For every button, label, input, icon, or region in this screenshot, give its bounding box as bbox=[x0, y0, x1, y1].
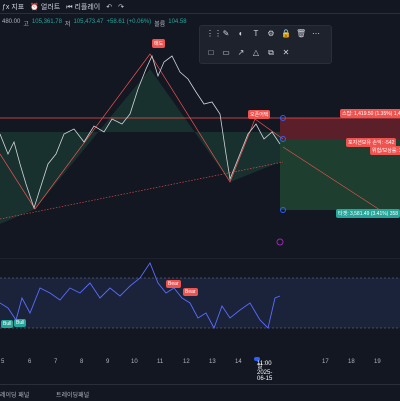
top-toolbar: ƒx 지표 ⏰ 얼러트 ⏮ 리플레이 ↶ ↷ bbox=[0, 0, 400, 14]
target-label: 타겟: 3,581.49 (3.41%) 358 bbox=[336, 209, 400, 218]
x-tick: 12 bbox=[183, 359, 190, 365]
tab-trading-panel-2[interactable]: 트레이딩패널 bbox=[56, 390, 89, 399]
settings-icon[interactable]: ⚙ bbox=[266, 29, 276, 39]
open-attack-badge: 오픈어택 bbox=[248, 110, 271, 119]
risk-reward-label: 위험/보상률: 2.52 bbox=[370, 146, 400, 155]
add-indicator-button[interactable]: ƒx 지표 bbox=[2, 2, 24, 12]
x-tick: 18 bbox=[348, 359, 355, 365]
text-icon[interactable]: T bbox=[251, 29, 261, 39]
x-tick: 7 bbox=[54, 359, 58, 365]
redo-icon[interactable]: ↷ bbox=[118, 3, 124, 11]
rsi-pane[interactable] bbox=[0, 258, 400, 354]
x-tick: 19 bbox=[374, 359, 381, 365]
copy-icon[interactable]: ⧉ bbox=[266, 48, 276, 58]
x-tick: 13 bbox=[209, 359, 216, 365]
time-axis[interactable]: 5 6 7 8 9 10 11 12 13 14 일 2025-06-15 11… bbox=[0, 355, 400, 382]
more-icon[interactable]: ⋯ bbox=[311, 29, 321, 39]
tab-trading-panel-1[interactable]: 레이딩 패널 bbox=[0, 390, 29, 399]
x-tick: 9 bbox=[106, 359, 110, 365]
drawing-toolbar: ⋮⋮ ✎ ◐ T ⚙ 🔒 🗑 ⋯ □ ▭ ↗ △ ⧉ ✕ bbox=[199, 25, 332, 64]
x-tick: 8 bbox=[80, 359, 84, 365]
bull-badge-1: Bull bbox=[1, 320, 14, 328]
x-tick: 10 bbox=[131, 359, 138, 365]
alert-button[interactable]: ⏰ 얼러트 bbox=[30, 2, 60, 12]
crosshair-date: 일 2025-06-15 11:00 bbox=[254, 357, 272, 382]
delete-icon[interactable]: ✕ bbox=[281, 48, 291, 58]
event-marker[interactable] bbox=[276, 238, 284, 246]
arrow-icon[interactable]: ↗ bbox=[236, 48, 246, 58]
rsi-band bbox=[0, 278, 400, 328]
ruler-icon[interactable]: ▭ bbox=[221, 48, 231, 58]
pen-icon[interactable]: ✎ bbox=[221, 29, 231, 39]
x-tick: 17 bbox=[322, 359, 329, 365]
bear-badge-2: Bear bbox=[183, 288, 198, 296]
trash-icon[interactable]: 🗑 bbox=[296, 29, 306, 39]
stop-label: 스탑: 1,419.50 (1.35%) 1,419 bbox=[340, 109, 400, 118]
x-tick: 14 bbox=[235, 359, 242, 365]
rectangle-icon[interactable]: □ bbox=[206, 48, 216, 58]
profit-zone bbox=[0, 69, 280, 224]
bull-badge-2: Bull bbox=[14, 319, 27, 327]
top-sell-badge: 매도 bbox=[152, 39, 166, 48]
stop-zone bbox=[280, 118, 400, 139]
replay-button[interactable]: ⏮ 리플레이 bbox=[66, 2, 100, 12]
cursor-icon[interactable]: ⋮⋮ bbox=[206, 29, 222, 39]
x-tick: 11 bbox=[157, 359, 164, 365]
bear-badge-1: Bear bbox=[166, 280, 181, 288]
x-tick: 5 bbox=[1, 359, 5, 365]
brush-icon[interactable]: ◐ bbox=[236, 29, 246, 39]
x-tick: 6 bbox=[28, 359, 32, 365]
undo-icon[interactable]: ↶ bbox=[106, 3, 112, 11]
triangle-icon[interactable]: △ bbox=[251, 48, 261, 58]
bottom-panel-bar: 레이딩 패널 트레이딩패널 bbox=[0, 384, 400, 401]
lock-icon[interactable]: 🔒 bbox=[281, 29, 291, 39]
